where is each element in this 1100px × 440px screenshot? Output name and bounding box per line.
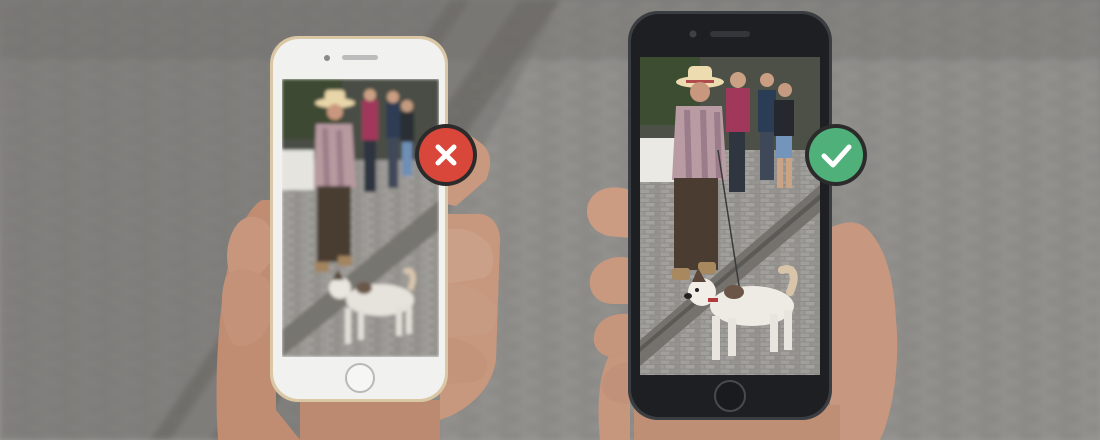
right-phone [628, 11, 832, 420]
right-front-camera [689, 30, 697, 38]
left-home-button [345, 363, 375, 393]
right-screen-photo [640, 57, 820, 375]
comparison-scene [0, 0, 1100, 440]
left-phone [270, 36, 448, 402]
scene-illustration [0, 0, 1100, 440]
left-screen-photo [282, 79, 439, 357]
right-home-button [714, 380, 746, 412]
street-background [0, 0, 1100, 440]
check-icon [805, 124, 867, 186]
right-speaker [710, 31, 750, 37]
left-speaker [342, 55, 378, 60]
left-front-camera [324, 55, 330, 61]
close-icon [415, 124, 477, 186]
